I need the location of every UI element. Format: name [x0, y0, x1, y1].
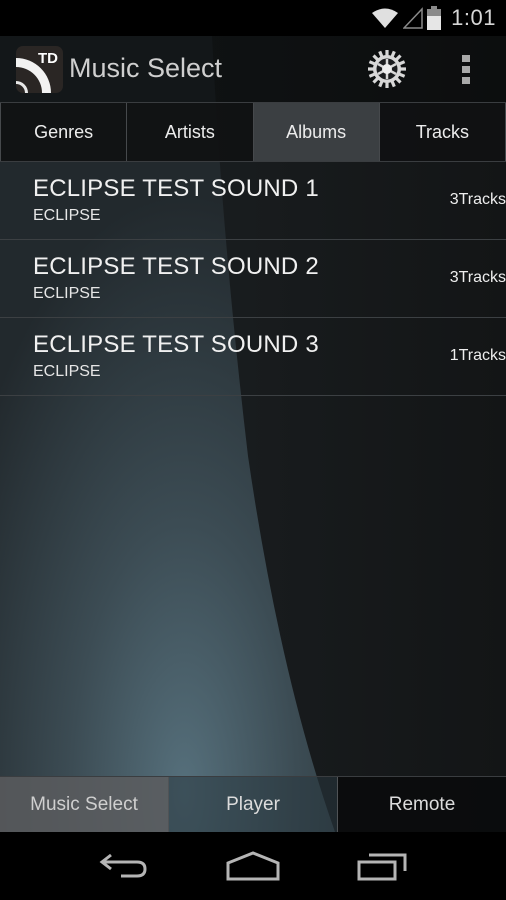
tab-tracks[interactable]: Tracks: [378, 103, 506, 161]
category-tabs: Genres Artists Albums Tracks: [0, 102, 506, 162]
album-track-count: 3Tracks: [449, 191, 506, 208]
bottom-tab-player[interactable]: Player: [168, 777, 337, 832]
album-track-count: 3Tracks: [449, 269, 506, 286]
album-artist: ECLIPSE: [33, 285, 101, 302]
recents-icon: [357, 853, 407, 881]
home-button[interactable]: [223, 846, 283, 886]
recents-button[interactable]: [352, 846, 412, 886]
album-list: ECLIPSE TEST SOUND 1 ECLIPSE 3Tracks ECL…: [0, 162, 506, 396]
status-time: 1:01: [451, 5, 496, 30]
battery-icon: [427, 6, 442, 30]
tab-artists[interactable]: Artists: [126, 103, 253, 161]
tab-albums[interactable]: Albums: [252, 103, 379, 161]
more-vert-icon-dot: [462, 65, 470, 73]
bottom-tab-remote[interactable]: Remote: [337, 777, 506, 832]
album-artist: ECLIPSE: [33, 207, 101, 224]
app-logo-icon: TD: [16, 46, 63, 93]
action-bar: TD Music Select: [0, 36, 506, 102]
album-title: ECLIPSE TEST SOUND 1: [33, 175, 319, 202]
signal-icon: [403, 7, 423, 29]
album-title: ECLIPSE TEST SOUND 3: [33, 331, 319, 358]
bottom-tab-music-select[interactable]: Music Select: [0, 777, 168, 832]
gear-icon: [368, 50, 406, 88]
list-item[interactable]: ECLIPSE TEST SOUND 2 ECLIPSE 3Tracks: [0, 240, 506, 318]
album-track-count: 1Tracks: [449, 347, 506, 364]
home-icon: [226, 851, 280, 881]
bottom-tabs: Music Select Player Remote: [0, 776, 506, 832]
more-vert-icon-dot: [462, 76, 470, 84]
album-artist: ECLIPSE: [33, 363, 101, 380]
app-title: Music Select: [69, 53, 223, 83]
navigation-bar: [0, 832, 506, 900]
settings-button[interactable]: [366, 48, 408, 90]
status-bar: 1:01: [0, 0, 506, 36]
back-button[interactable]: [94, 846, 154, 886]
list-item[interactable]: ECLIPSE TEST SOUND 1 ECLIPSE 3Tracks: [0, 162, 506, 240]
app-area: TD Music Select Genres Artists Albums Tr…: [0, 36, 506, 832]
list-item[interactable]: ECLIPSE TEST SOUND 3 ECLIPSE 1Tracks: [0, 318, 506, 396]
wifi-icon: [372, 8, 399, 28]
logo-text: TD: [38, 50, 58, 67]
overflow-menu-button[interactable]: [452, 48, 480, 90]
album-title: ECLIPSE TEST SOUND 2: [33, 253, 319, 280]
back-icon: [99, 853, 147, 878]
more-vert-icon-dot: [462, 54, 470, 62]
status-icons: 1:01: [371, 0, 496, 36]
tab-genres[interactable]: Genres: [0, 103, 127, 161]
